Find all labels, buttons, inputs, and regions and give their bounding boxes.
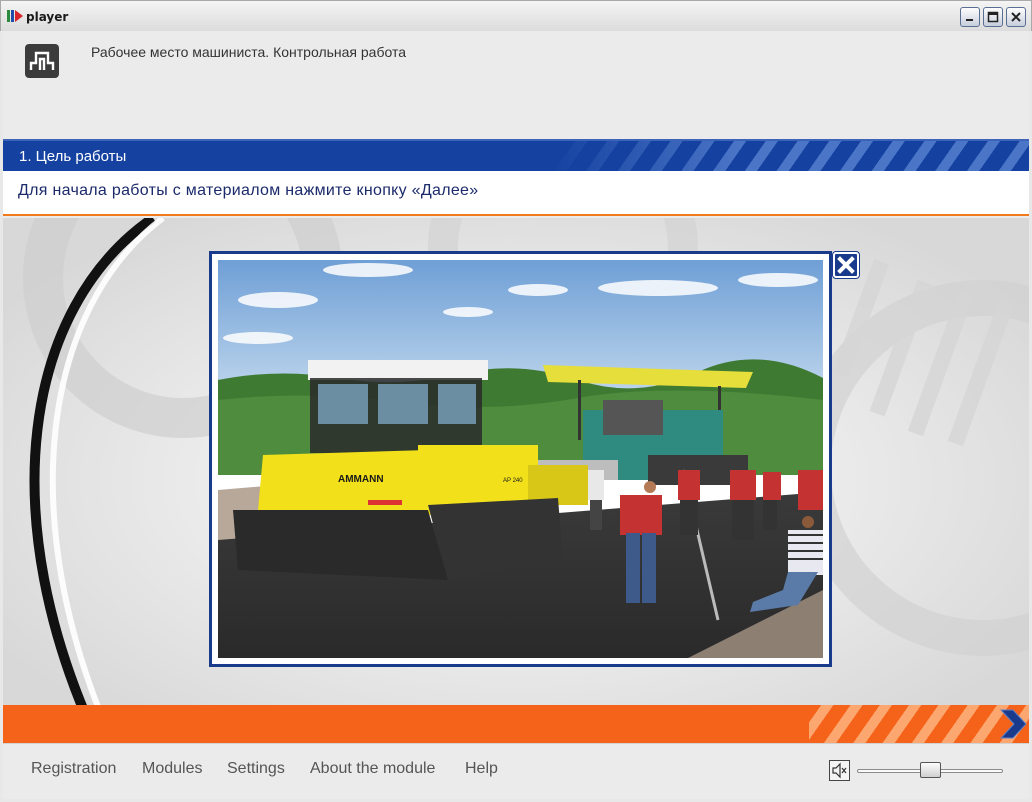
close-icon xyxy=(837,256,855,274)
maximize-button[interactable] xyxy=(983,7,1003,27)
section-title-bar: 1. Цель работы xyxy=(3,139,1029,171)
footer-menu-bar: Registration Modules Settings About the … xyxy=(3,743,1029,799)
window-title: player xyxy=(26,10,69,24)
menu-help[interactable]: Help xyxy=(465,760,498,778)
bottom-orange-band xyxy=(3,705,1029,743)
window-titlebar: player xyxy=(0,0,1032,31)
menu-settings[interactable]: Settings xyxy=(227,760,285,778)
next-button[interactable] xyxy=(995,705,1029,743)
instruction-panel: Для начала работы с материалом нажмите к… xyxy=(3,171,1029,216)
menu-registration[interactable]: Registration xyxy=(31,760,116,778)
menu-modules[interactable]: Modules xyxy=(142,760,202,778)
close-icon xyxy=(1011,12,1021,22)
decorative-stripes xyxy=(549,141,1029,171)
pi-logo-icon xyxy=(25,44,59,78)
roller-brand: AMMANN xyxy=(338,474,384,485)
mute-button[interactable] xyxy=(829,760,850,781)
maximize-icon xyxy=(987,11,999,23)
roller-model: AP 240 xyxy=(503,478,523,484)
speaker-icon xyxy=(832,762,847,779)
image-popup: AMMANN AP 240 xyxy=(209,251,832,667)
road-paving-photo: AMMANN AP 240 xyxy=(218,260,823,658)
menu-about-module[interactable]: About the module xyxy=(310,760,435,778)
section-title: 1. Цель работы xyxy=(19,148,127,165)
close-window-button[interactable] xyxy=(1006,7,1026,27)
popup-close-button[interactable] xyxy=(833,252,859,278)
player-app-icon xyxy=(7,10,23,22)
minimize-button[interactable] xyxy=(960,7,980,27)
volume-slider-thumb[interactable] xyxy=(920,762,941,778)
course-title: Рабочее место машиниста. Контрольная раб… xyxy=(91,44,406,60)
module-header: Рабочее место машиниста. Контрольная раб… xyxy=(3,31,1029,139)
minimize-icon xyxy=(966,19,973,21)
instruction-text: Для начала работы с материалом нажмите к… xyxy=(18,182,479,199)
chevron-right-icon xyxy=(999,709,1027,739)
